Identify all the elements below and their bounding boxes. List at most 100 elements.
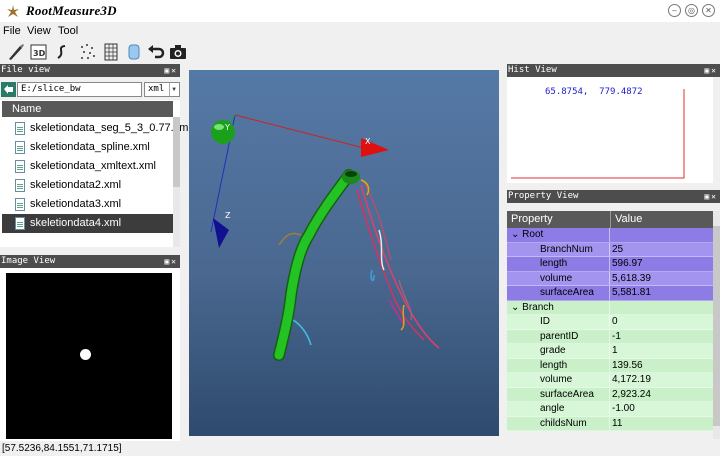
file-list-scroll-thumb[interactable] xyxy=(173,117,180,187)
property-value: 11 xyxy=(612,417,623,429)
property-key: parentID xyxy=(507,329,610,343)
camera-icon[interactable] xyxy=(168,42,188,62)
cylinder-icon[interactable] xyxy=(124,42,144,62)
property-row[interactable]: childsNum 11 xyxy=(507,416,713,431)
menu-tool[interactable]: Tool xyxy=(58,25,78,37)
main-root xyxy=(274,170,354,360)
app-title: RootMeasure3D xyxy=(26,3,117,18)
property-row[interactable]: ID 0 xyxy=(507,315,713,330)
property-row[interactable]: grade 1 xyxy=(507,344,713,359)
property-scroll-thumb[interactable] xyxy=(713,226,720,426)
group-row-branch[interactable]: ⌄ Branch xyxy=(507,300,713,315)
dock-float-close-icon[interactable]: ▣✕ xyxy=(704,64,718,77)
file-item[interactable]: skeletiondata_seg_5_3_0.77.xml xyxy=(2,119,191,138)
hist-view-dock-title: Hist View ▣✕ xyxy=(507,64,720,77)
dock-float-close-icon[interactable]: ▣✕ xyxy=(164,255,178,268)
root-3d-render[interactable]: Y Z X xyxy=(189,70,499,436)
file-item[interactable]: skeletiondata_xmltext.xml xyxy=(2,157,173,176)
group-row-root[interactable]: ⌄ Root xyxy=(507,228,713,243)
property-value: 0 xyxy=(612,316,618,327)
property-row[interactable]: surfaceArea 2,923.24 xyxy=(507,387,713,402)
undo-arrow-icon[interactable] xyxy=(146,42,166,62)
grid-box-icon[interactable] xyxy=(101,42,121,62)
brush-icon[interactable] xyxy=(6,42,26,62)
xml-file-icon xyxy=(15,179,25,192)
property-row[interactable]: volume 4,172.19 xyxy=(507,373,713,388)
menu-file[interactable]: File xyxy=(3,25,21,37)
restore-icon[interactable]: ◎ xyxy=(685,4,698,17)
file-item-label: skeletiondata3.xml xyxy=(30,198,122,210)
slice-section-dot xyxy=(80,349,91,360)
file-item[interactable]: skeletiondata3.xml xyxy=(2,195,173,214)
property-row[interactable]: length 139.56 xyxy=(507,358,713,373)
property-row[interactable]: angle -1.00 xyxy=(507,402,713,417)
property-key: volume xyxy=(507,373,610,387)
property-row[interactable]: parentID -1 xyxy=(507,329,713,344)
xml-file-icon xyxy=(15,141,25,154)
dock-float-close-icon[interactable]: ▣✕ xyxy=(164,64,178,77)
axes xyxy=(210,114,389,248)
column-header-property[interactable]: Property xyxy=(507,211,611,228)
xml-file-icon xyxy=(15,122,25,135)
menu-view[interactable]: View xyxy=(27,25,51,37)
app-logo-icon xyxy=(7,5,19,17)
xml-file-icon xyxy=(15,198,25,211)
group-label: Root xyxy=(522,229,544,240)
property-row[interactable]: BranchNum 25 xyxy=(507,242,713,257)
status-bar: [57.5236,84.1551,71.1715] xyxy=(0,441,720,456)
column-header-name[interactable]: Name xyxy=(2,101,173,117)
file-item[interactable]: skeletiondata2.xml xyxy=(2,176,173,195)
property-row[interactable]: surfaceArea 5,581.81 xyxy=(507,286,713,301)
property-key: volume xyxy=(507,271,610,285)
axis-label-y: Y xyxy=(224,123,230,132)
file-item-selected[interactable]: skeletiondata4.xml xyxy=(2,214,173,233)
property-key: grade xyxy=(507,344,610,358)
property-value: 4,172.19 xyxy=(612,374,651,385)
back-arrow-icon[interactable] xyxy=(1,82,16,97)
property-key: childsNum xyxy=(507,416,610,430)
3d-view-icon[interactable]: 3D xyxy=(29,42,49,62)
extension-value: xml xyxy=(148,84,165,94)
property-value: 2,923.24 xyxy=(612,388,651,400)
property-value: -1.00 xyxy=(612,403,635,414)
chevron-down-icon: ▼ xyxy=(169,83,178,96)
file-item-label: skeletiondata_xmltext.xml xyxy=(30,160,156,172)
xml-file-icon xyxy=(15,160,25,173)
property-key: surfaceArea xyxy=(507,286,610,300)
axis-label-z: Z xyxy=(225,211,231,220)
property-value: 5,618.39 xyxy=(612,272,651,284)
file-item-label: skeletiondata_seg_5_3_0.77.xml xyxy=(30,122,191,134)
property-row[interactable]: volume 5,618.39 xyxy=(507,271,713,286)
property-value: -1 xyxy=(612,330,621,342)
chevron-down-icon: ⌄ xyxy=(511,301,520,313)
file-item-label: skeletiondata4.xml xyxy=(30,217,122,229)
property-key: length xyxy=(507,358,610,372)
property-key: length xyxy=(507,257,610,271)
file-item-label: skeletiondata2.xml xyxy=(30,179,122,191)
property-row[interactable]: length 596.97 xyxy=(507,257,713,272)
minimize-icon[interactable]: – xyxy=(668,4,681,17)
path-input[interactable]: E:/slice_bw xyxy=(17,82,142,97)
hist-readout: 65.8754, 779.4872 xyxy=(545,87,643,97)
file-view-dock-title: File view ▣✕ xyxy=(0,64,180,77)
property-value: 25 xyxy=(612,243,624,255)
group-toggle: ⌄ Branch xyxy=(507,300,610,314)
column-header-value[interactable]: Value xyxy=(611,211,713,228)
extension-select[interactable]: xml ▼ xyxy=(144,82,180,97)
points-icon[interactable] xyxy=(78,42,98,62)
property-value: 596.97 xyxy=(612,258,643,269)
close-icon[interactable]: ✕ xyxy=(702,4,715,17)
property-value: 139.56 xyxy=(612,359,643,371)
spline-icon[interactable] xyxy=(52,42,72,62)
chevron-down-icon: ⌄ xyxy=(511,229,520,240)
group-toggle: ⌄ Root xyxy=(507,228,610,242)
group-label: Branch xyxy=(522,301,554,313)
file-list-hscrollbar[interactable] xyxy=(0,247,180,253)
property-view-title: Property View xyxy=(508,191,579,201)
property-key: BranchNum xyxy=(507,242,610,256)
xml-file-icon xyxy=(15,217,25,230)
file-item[interactable]: skeletiondata_spline.xml xyxy=(2,138,173,157)
dock-float-close-icon[interactable]: ▣✕ xyxy=(704,190,718,203)
property-key: ID xyxy=(507,315,610,329)
property-view-dock-title: Property View ▣✕ xyxy=(507,190,720,203)
